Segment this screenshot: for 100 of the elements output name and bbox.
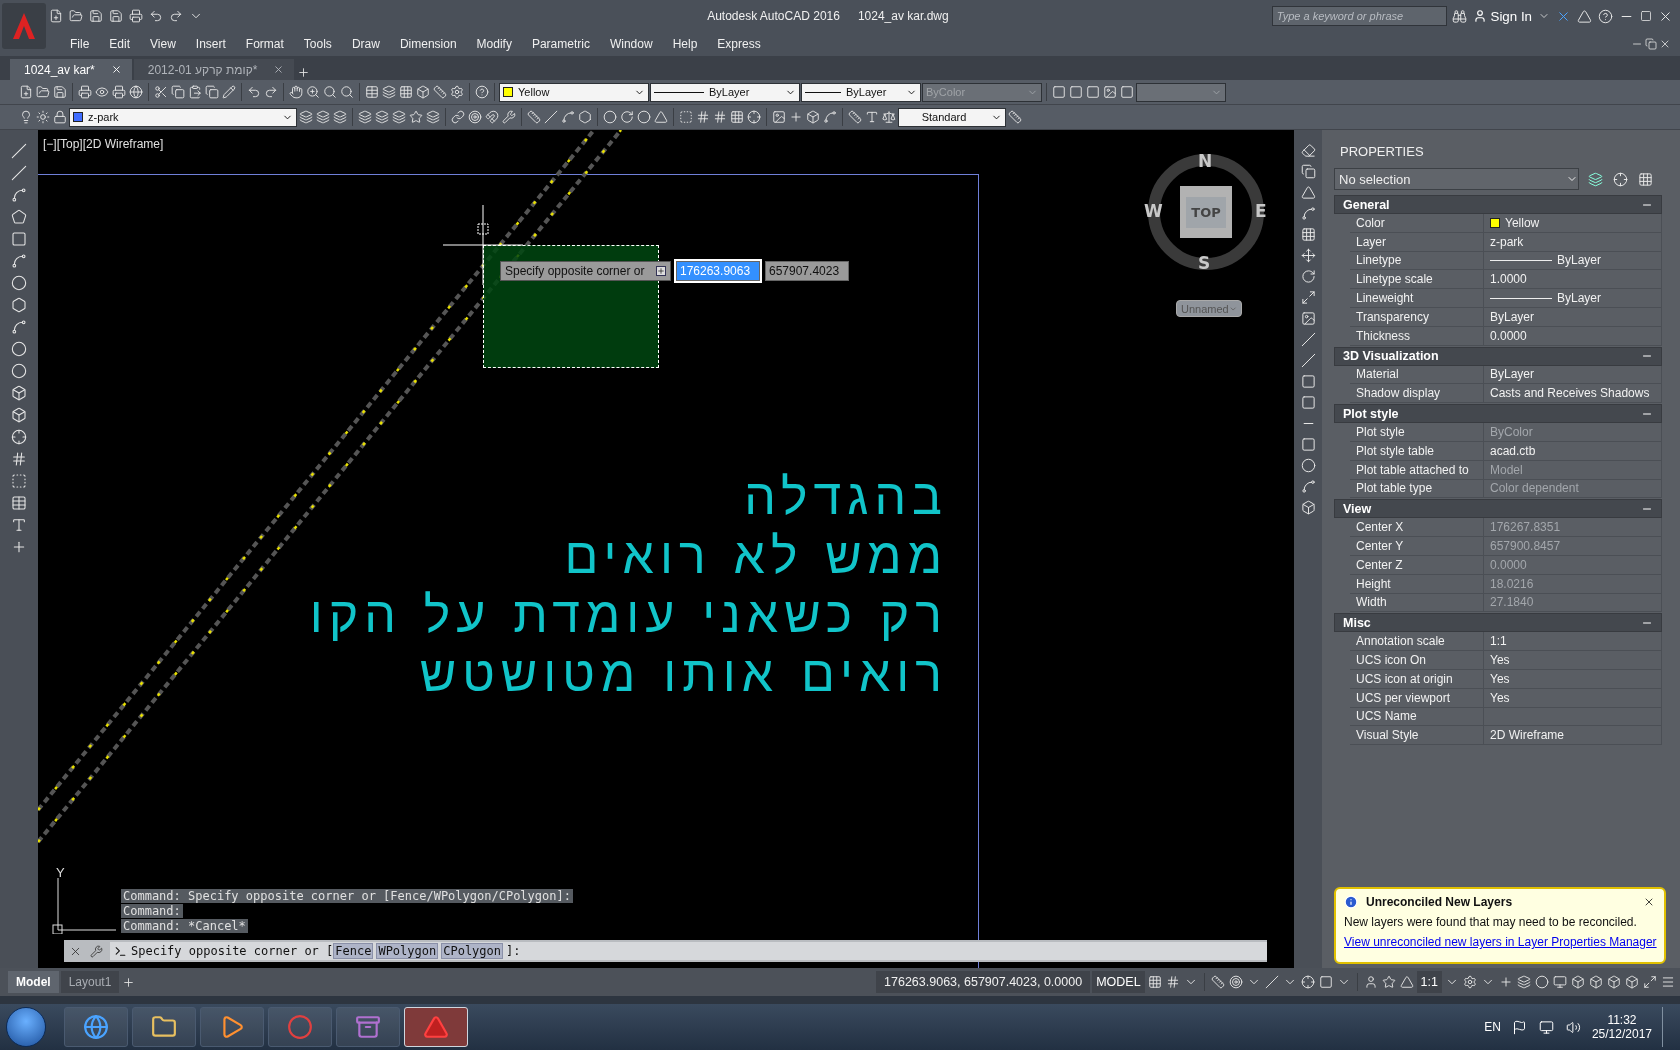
square-icon[interactable] bbox=[1085, 84, 1101, 100]
crosshair-icon[interactable] bbox=[746, 109, 762, 125]
layout-tab[interactable]: Layout1 bbox=[60, 971, 120, 993]
save-icon[interactable] bbox=[52, 84, 68, 100]
settings-icon[interactable] bbox=[1462, 974, 1478, 990]
menu-item[interactable]: Parametric bbox=[521, 37, 600, 51]
command-line-field[interactable]: Specify opposite corner or [ Fence WPolygon CPolygon ]: bbox=[110, 942, 1267, 960]
model-space-button[interactable]: MODEL bbox=[1092, 971, 1145, 993]
plus-icon[interactable] bbox=[788, 109, 804, 125]
y-coordinate-field[interactable]: 657907.4023 bbox=[765, 261, 849, 281]
rectangle-icon[interactable] bbox=[10, 230, 28, 248]
maximize-icon[interactable] bbox=[1639, 9, 1653, 23]
copy-icon[interactable] bbox=[1299, 163, 1317, 180]
ruler-icon[interactable] bbox=[1007, 109, 1023, 125]
printer-icon[interactable] bbox=[128, 8, 144, 24]
block-icon[interactable] bbox=[10, 406, 28, 424]
selection-dropdown[interactable]: No selection bbox=[1334, 168, 1579, 190]
undo-icon[interactable] bbox=[148, 8, 164, 24]
hexagon-icon[interactable] bbox=[577, 109, 593, 125]
property-value[interactable]: ByLayer bbox=[1484, 251, 1662, 271]
wrench-icon[interactable] bbox=[501, 109, 517, 125]
layers-icon[interactable] bbox=[315, 109, 331, 125]
command-option[interactable]: Fence bbox=[333, 943, 374, 959]
settings-icon[interactable] bbox=[449, 84, 465, 100]
grid-icon[interactable] bbox=[1146, 974, 1163, 990]
help-icon[interactable] bbox=[474, 84, 490, 100]
menu-icon[interactable] bbox=[1660, 974, 1676, 990]
search-field[interactable]: Type a keyword or phrase bbox=[1271, 6, 1447, 26]
eye-icon[interactable] bbox=[94, 84, 110, 100]
section-header[interactable]: Misc bbox=[1334, 613, 1662, 633]
text-icon[interactable] bbox=[10, 516, 28, 534]
layers-icon[interactable] bbox=[1516, 974, 1532, 990]
lock-icon[interactable] bbox=[52, 109, 68, 125]
folder-icon[interactable] bbox=[35, 84, 51, 100]
scale-icon[interactable] bbox=[1299, 289, 1317, 306]
property-value[interactable]: 0.0000 bbox=[1484, 326, 1662, 346]
section-header[interactable]: 3D Visualization bbox=[1334, 346, 1662, 366]
search-icon[interactable] bbox=[339, 84, 355, 100]
circle-icon[interactable] bbox=[10, 274, 28, 292]
line-icon[interactable] bbox=[10, 142, 28, 160]
menu-item[interactable]: Tools bbox=[293, 37, 342, 51]
taskbar-button[interactable] bbox=[200, 1007, 264, 1047]
menu-item[interactable]: Edit bbox=[99, 37, 141, 51]
slash-icon[interactable] bbox=[543, 109, 559, 125]
property-value[interactable]: ByLayer bbox=[1484, 289, 1662, 308]
block-icon[interactable] bbox=[10, 384, 28, 402]
property-value[interactable]: Casts and Receives Shadows bbox=[1484, 384, 1662, 404]
menu-item[interactable]: Window bbox=[599, 37, 663, 51]
property-value[interactable]: 1:1 bbox=[1484, 632, 1662, 652]
fullscreen-icon[interactable] bbox=[1642, 974, 1658, 990]
menu-item[interactable]: View bbox=[140, 37, 186, 51]
layers-icon[interactable] bbox=[332, 109, 348, 125]
circle-icon[interactable] bbox=[1534, 974, 1550, 990]
taskbar-button[interactable] bbox=[336, 1007, 400, 1047]
monitor-icon[interactable] bbox=[1552, 974, 1568, 990]
box-icon[interactable] bbox=[415, 84, 431, 100]
hash-icon[interactable] bbox=[695, 109, 711, 125]
layers-icon[interactable] bbox=[374, 109, 390, 125]
color-dropdown[interactable]: Yellow bbox=[499, 82, 649, 102]
box-icon[interactable] bbox=[1588, 974, 1604, 990]
property-value[interactable]: Yes bbox=[1484, 688, 1662, 708]
cut-icon[interactable] bbox=[153, 84, 169, 100]
spline-icon[interactable] bbox=[10, 318, 28, 336]
square-icon[interactable] bbox=[1119, 84, 1135, 100]
grid-icon[interactable] bbox=[729, 109, 745, 125]
folder-icon[interactable] bbox=[68, 8, 84, 24]
link-icon[interactable] bbox=[450, 109, 466, 125]
search-icon[interactable] bbox=[322, 84, 338, 100]
printer-icon[interactable] bbox=[77, 84, 93, 100]
redo-icon[interactable] bbox=[168, 8, 184, 24]
image-icon[interactable] bbox=[1102, 84, 1118, 100]
layers-icon[interactable] bbox=[298, 109, 314, 125]
table-icon[interactable] bbox=[10, 494, 28, 512]
ruler-icon[interactable] bbox=[432, 84, 448, 100]
property-value[interactable]: 2D Wireframe bbox=[1484, 726, 1662, 746]
copy-icon[interactable] bbox=[204, 84, 220, 100]
document-tab[interactable]: 2012-01 קומת קרקע* bbox=[133, 59, 295, 80]
property-value[interactable]: 1.0000 bbox=[1484, 270, 1662, 290]
table-icon[interactable] bbox=[364, 84, 380, 100]
ruler-icon[interactable] bbox=[526, 109, 542, 125]
triangle-icon[interactable] bbox=[1576, 7, 1593, 25]
undo-icon[interactable] bbox=[246, 84, 262, 100]
property-value[interactable]: acad.ctb bbox=[1484, 441, 1662, 461]
property-value[interactable]: ByLayer bbox=[1484, 365, 1662, 385]
circle-icon[interactable] bbox=[636, 109, 652, 125]
property-value[interactable]: Yellow bbox=[1484, 214, 1662, 233]
globe-icon[interactable] bbox=[128, 84, 144, 100]
text-style-dropdown[interactable]: Standard bbox=[898, 107, 1006, 127]
box-icon[interactable] bbox=[1606, 974, 1622, 990]
lineweight-dropdown[interactable]: ByLayer bbox=[801, 82, 921, 102]
empty-dropdown[interactable] bbox=[1136, 82, 1226, 102]
scale-button[interactable]: 1:1 bbox=[1416, 971, 1442, 993]
menu-item[interactable]: Dimension bbox=[389, 37, 467, 51]
grid-icon[interactable] bbox=[398, 84, 414, 100]
circle-icon[interactable] bbox=[602, 109, 618, 125]
sun-icon[interactable] bbox=[35, 109, 51, 125]
hash-icon[interactable] bbox=[712, 109, 728, 125]
zoom-icon[interactable] bbox=[305, 84, 321, 100]
linetype-dropdown[interactable]: ByLayer bbox=[650, 82, 800, 102]
monitor-icon[interactable] bbox=[1537, 1018, 1555, 1036]
